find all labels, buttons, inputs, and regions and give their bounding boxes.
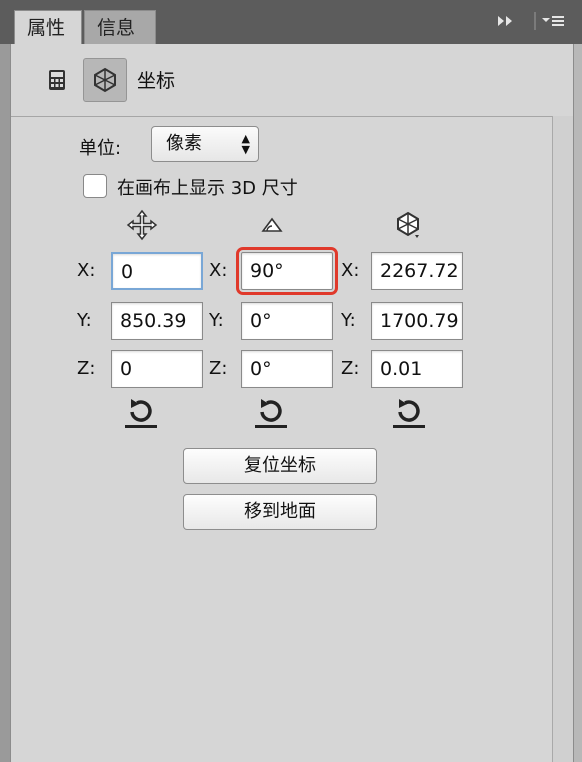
scale-z-field[interactable]: 0.01	[371, 350, 463, 388]
rotation-y-field[interactable]: 0°	[241, 302, 333, 340]
tab-properties[interactable]: 属性	[14, 10, 82, 44]
reset-scale-icon[interactable]	[389, 394, 429, 432]
select-arrows-icon: ▲ ▼	[241, 132, 250, 156]
position-y-label: Y:	[77, 310, 92, 331]
properties-panel: 坐标 单位: 像素 ▲ ▼ 在画布上显示 3D 尺寸 X: 0 X: 90° X:…	[10, 44, 574, 762]
reset-position-icon[interactable]	[121, 394, 161, 432]
reset-coordinates-button[interactable]: 复位坐标	[183, 448, 377, 484]
scale-y-field[interactable]: 1700.79	[371, 302, 463, 340]
show-3d-size-checkbox[interactable]	[83, 174, 107, 198]
scale-3d-icon	[391, 208, 425, 242]
reset-rotation-icon[interactable]	[251, 394, 291, 432]
panel-menu-icon[interactable]	[534, 10, 568, 36]
unit-select-value: 像素	[166, 133, 202, 154]
rotation-y-label: Y:	[209, 310, 224, 331]
position-x-field[interactable]: 0	[111, 252, 203, 290]
scrollbar[interactable]	[552, 116, 573, 762]
unit-select[interactable]: 像素 ▲ ▼	[151, 126, 259, 162]
move-to-ground-button[interactable]: 移到地面	[183, 494, 377, 530]
left-edge	[0, 44, 10, 762]
rotation-z-field[interactable]: 0°	[241, 350, 333, 388]
rotation-x-label: X:	[209, 260, 228, 281]
rotation-x-field[interactable]: 90°	[236, 247, 338, 295]
rotate-icon	[255, 208, 289, 242]
double-chevron-right-icon[interactable]	[496, 14, 516, 32]
position-z-label: Z:	[77, 358, 96, 379]
scale-z-label: Z:	[341, 358, 360, 379]
panel-header: 坐标	[11, 44, 573, 117]
show-3d-size-label: 在画布上显示 3D 尺寸	[117, 178, 298, 199]
panel-title: 坐标	[137, 70, 176, 92]
move-icon	[125, 208, 159, 242]
scale-x-field[interactable]: 2267.72	[371, 252, 463, 290]
tab-info[interactable]: 信息	[84, 10, 156, 44]
rotation-z-label: Z:	[209, 358, 228, 379]
scale-y-label: Y:	[341, 310, 356, 331]
position-z-field[interactable]: 0	[111, 350, 203, 388]
scale-x-label: X:	[341, 260, 360, 281]
3d-coordinates-icon[interactable]	[83, 58, 127, 102]
position-y-field[interactable]: 850.39	[111, 302, 203, 340]
position-x-label: X:	[77, 260, 96, 281]
calculator-icon[interactable]	[37, 60, 77, 100]
unit-label: 单位:	[79, 138, 122, 159]
